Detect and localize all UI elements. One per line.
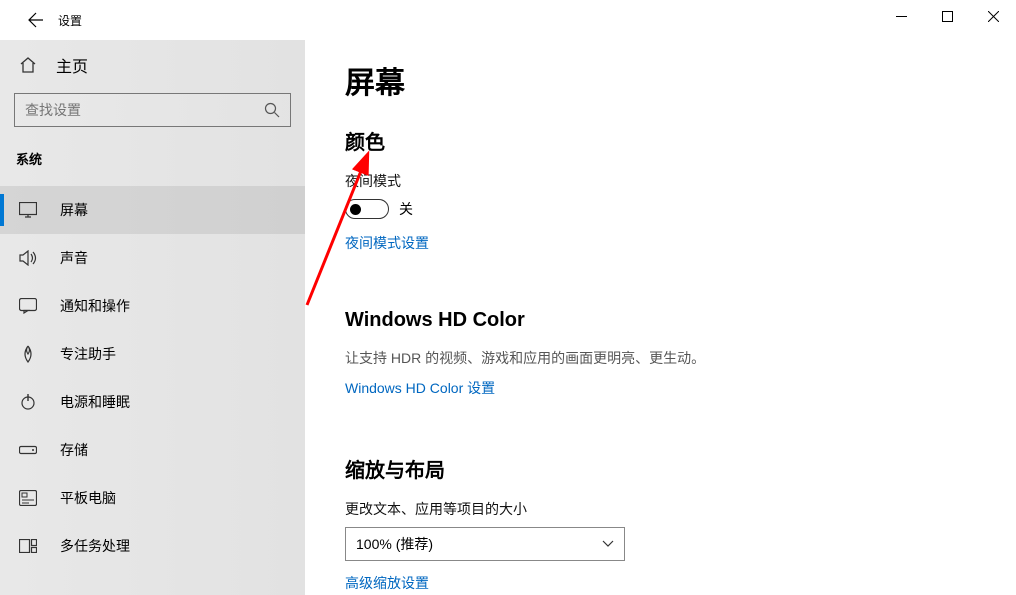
hdcolor-desc: 让支持 HDR 的视频、游戏和应用的画面更明亮、更生动。 <box>345 348 1016 368</box>
sidebar-item-display[interactable]: 屏幕 <box>0 186 305 234</box>
night-mode-label: 夜间模式 <box>345 171 1016 191</box>
advanced-scale-link[interactable]: 高级缩放设置 <box>345 573 429 593</box>
home-label: 主页 <box>56 53 88 77</box>
tablet-icon <box>18 490 38 506</box>
sidebar-item-label: 屏幕 <box>60 200 88 220</box>
sidebar: 主页 系统 屏幕 声音 通知和操作 专注助手 <box>0 40 305 595</box>
sidebar-item-power[interactable]: 电源和睡眠 <box>0 378 305 426</box>
night-mode-toggle[interactable] <box>345 199 389 219</box>
storage-icon <box>18 444 38 456</box>
close-icon <box>988 11 999 22</box>
focus-icon <box>18 345 38 363</box>
sidebar-item-label: 存储 <box>60 440 88 460</box>
multitask-icon <box>18 539 38 553</box>
power-icon <box>18 394 38 410</box>
home-nav[interactable]: 主页 <box>0 40 305 90</box>
night-mode-settings-link[interactable]: 夜间模式设置 <box>345 233 429 253</box>
hdcolor-heading: Windows HD Color <box>345 309 1016 332</box>
night-mode-state: 关 <box>399 199 413 219</box>
chevron-down-icon <box>602 540 614 548</box>
sidebar-item-storage[interactable]: 存储 <box>0 426 305 474</box>
maximize-icon <box>942 11 953 22</box>
sidebar-item-label: 通知和操作 <box>60 296 130 316</box>
sidebar-item-label: 电源和睡眠 <box>60 392 130 412</box>
window-title: 设置 <box>58 12 82 29</box>
scale-heading: 缩放与布局 <box>345 454 1016 483</box>
color-heading: 颜色 <box>345 126 1016 155</box>
page-title: 屏幕 <box>345 58 1016 102</box>
search-field[interactable] <box>25 102 264 118</box>
titlebar: 设置 <box>0 0 1016 40</box>
sidebar-item-focus[interactable]: 专注助手 <box>0 330 305 378</box>
sidebar-item-label: 专注助手 <box>60 344 116 364</box>
arrow-left-icon <box>28 12 44 28</box>
window-controls <box>878 0 1016 40</box>
search-input[interactable] <box>14 93 291 127</box>
sound-icon <box>18 250 38 266</box>
sidebar-item-label: 多任务处理 <box>60 536 130 556</box>
maximize-button[interactable] <box>924 0 970 32</box>
back-button[interactable] <box>16 0 56 40</box>
sidebar-item-notifications[interactable]: 通知和操作 <box>0 282 305 330</box>
close-button[interactable] <box>970 0 1016 32</box>
notification-icon <box>18 298 38 314</box>
sidebar-item-sound[interactable]: 声音 <box>0 234 305 282</box>
sidebar-item-tablet[interactable]: 平板电脑 <box>0 474 305 522</box>
display-icon <box>18 202 38 218</box>
scale-dropdown[interactable]: 100% (推荐) <box>345 527 625 561</box>
home-icon <box>18 56 38 74</box>
category-label: 系统 <box>0 141 305 186</box>
sidebar-item-label: 声音 <box>60 248 88 268</box>
search-icon <box>264 102 280 118</box>
minimize-button[interactable] <box>878 0 924 32</box>
hdcolor-settings-link[interactable]: Windows HD Color 设置 <box>345 378 495 398</box>
sidebar-item-label: 平板电脑 <box>60 488 116 508</box>
scale-size-label: 更改文本、应用等项目的大小 <box>345 499 1016 519</box>
sidebar-item-multitask[interactable]: 多任务处理 <box>0 522 305 570</box>
minimize-icon <box>896 11 907 22</box>
scale-dropdown-value: 100% (推荐) <box>356 534 433 554</box>
main-content: 屏幕 颜色 夜间模式 关 夜间模式设置 Windows HD Color 让支持… <box>305 40 1016 595</box>
